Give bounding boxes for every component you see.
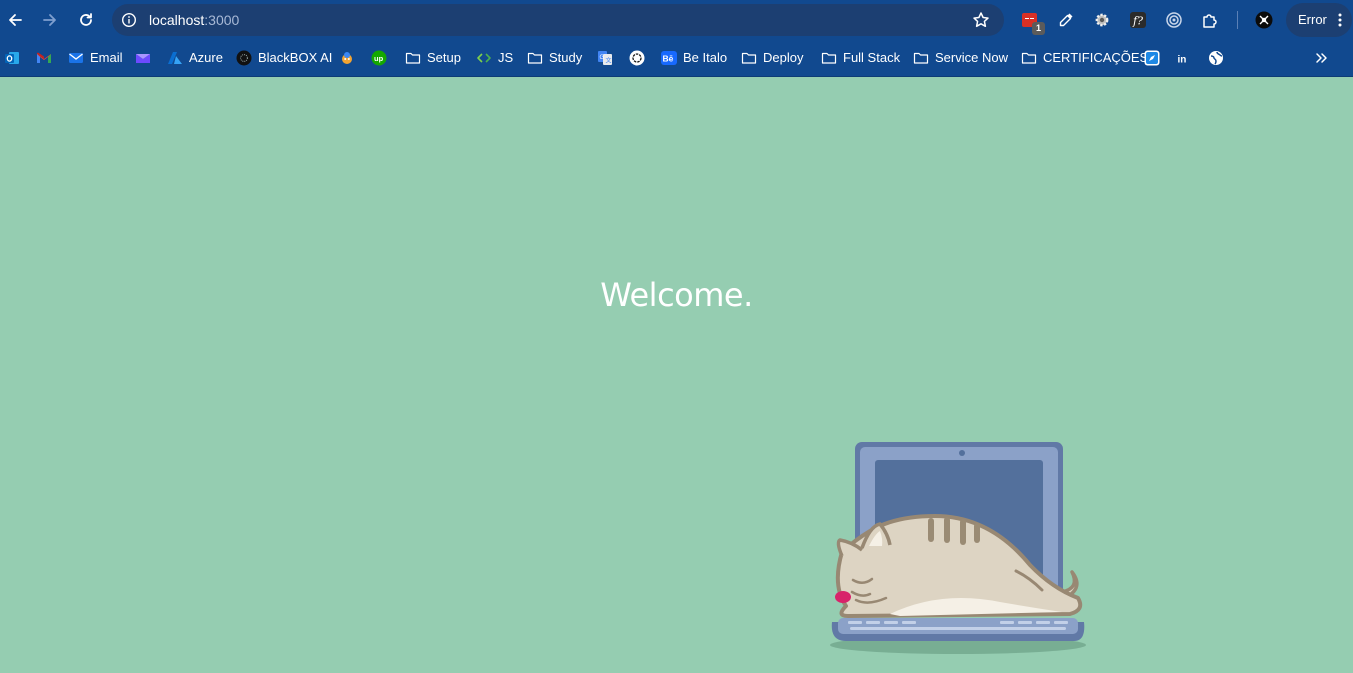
openai-icon	[629, 50, 645, 66]
bookmark-globe[interactable]	[1208, 48, 1224, 68]
toolbar-separator	[1237, 11, 1238, 29]
font-icon: f?	[1130, 12, 1146, 28]
bookmark-folder-deploy[interactable]: Deploy	[741, 48, 803, 68]
blackbox-icon	[236, 50, 252, 66]
bookmark-star-icon[interactable]	[972, 11, 990, 29]
address-host: localhost	[149, 12, 205, 28]
bookmark-openai[interactable]	[629, 48, 645, 68]
reload-button[interactable]	[74, 8, 98, 32]
svg-text:文: 文	[606, 57, 612, 65]
bookmark-label: CERTIFICAÇÕES	[1043, 50, 1149, 65]
bookmark-folder-full-stack[interactable]: Full Stack	[821, 48, 900, 68]
account-avatar-button[interactable]	[1253, 9, 1275, 31]
avatar-icon	[1255, 11, 1273, 29]
code-icon	[476, 50, 492, 66]
target-icon	[1166, 12, 1182, 28]
svg-text:Bē: Bē	[663, 54, 674, 64]
arrow-right-icon	[43, 14, 56, 26]
address-bar[interactable]: localhost:3000	[112, 4, 1004, 36]
gmail-icon	[36, 50, 52, 66]
chevron-double-right-icon[interactable]	[1313, 49, 1331, 67]
eyedropper-icon	[1059, 13, 1073, 27]
bookmark-folder-setup[interactable]: Setup	[405, 48, 461, 68]
bookmark-compass[interactable]	[1144, 48, 1160, 68]
bookmark-google-translate[interactable]: G文	[597, 48, 613, 68]
bookmark-label: Study	[549, 50, 583, 65]
mail-icon	[68, 50, 84, 66]
bookmark-label: Deploy	[763, 50, 804, 65]
bookmark-folder-service-now[interactable]: Service Now	[913, 48, 1008, 68]
bookmark-label: Email	[90, 50, 123, 65]
profile-label: Error	[1298, 12, 1327, 27]
extension-badge: 1	[1032, 22, 1045, 35]
google-translate-icon: G文	[597, 50, 613, 66]
welcome-heading: Welcome.	[600, 276, 753, 314]
bookmark-label: BlackBOX AI	[258, 50, 333, 65]
svg-text:in: in	[1178, 55, 1187, 66]
extensions-button[interactable]	[1199, 9, 1221, 31]
folder-icon	[527, 50, 543, 66]
globe-icon	[1208, 50, 1224, 66]
svg-text:f?: f?	[1132, 15, 1143, 28]
compass-icon	[1144, 50, 1160, 66]
folder-icon	[741, 50, 757, 66]
gear-icon	[1095, 13, 1109, 27]
bookmark-label: Full Stack	[843, 50, 901, 65]
linkedin-icon: in	[1176, 50, 1192, 66]
bookmark-label: JS	[498, 50, 514, 65]
reload-icon	[80, 13, 92, 26]
bookmark-gmail[interactable]	[36, 48, 52, 68]
folder-icon	[913, 50, 929, 66]
bookmarks-bar: Email Azure BlackBOX AI up Setup JS Stud…	[0, 40, 1353, 77]
bookmark-blackbox[interactable]: BlackBOX AI	[236, 48, 332, 68]
bookmark-folder-study[interactable]: Study	[527, 48, 582, 68]
puzzle-icon	[1203, 14, 1217, 28]
settings-extension-button[interactable]	[1091, 9, 1113, 31]
folder-icon	[821, 50, 837, 66]
svg-text:G: G	[600, 55, 605, 61]
site-info-icon[interactable]	[121, 12, 137, 28]
bookmark-label: Setup	[427, 50, 461, 65]
folder-icon	[1021, 50, 1037, 66]
forward-button[interactable]	[38, 8, 62, 32]
bookmark-upwork[interactable]: up	[371, 48, 387, 68]
behance-icon: Bē	[661, 50, 677, 66]
outlook-icon	[4, 50, 20, 66]
whatfont-extension-button[interactable]: f?	[1127, 9, 1149, 31]
bookmark-label: Service Now	[935, 50, 1008, 65]
azure-icon	[167, 50, 183, 66]
bookmark-label: Azure	[189, 50, 223, 65]
target-extension-button[interactable]	[1163, 9, 1185, 31]
back-button[interactable]	[3, 8, 27, 32]
folder-icon	[405, 50, 421, 66]
bookmark-email[interactable]: Email	[68, 48, 123, 68]
address-port: :3000	[204, 12, 240, 28]
bookmark-folder-certificacoes[interactable]: CERTIFICAÇÕES	[1021, 48, 1148, 68]
more-vert-icon	[1338, 13, 1342, 27]
bookmark-mascot[interactable]	[339, 48, 355, 68]
bookmark-label: Be Italo	[683, 50, 728, 65]
proton-mail-icon	[135, 50, 151, 66]
bookmark-proton-mail[interactable]	[135, 48, 151, 68]
sleeping-cat-on-laptop-illustration	[830, 442, 1086, 654]
arrow-left-icon	[9, 14, 22, 26]
bookmark-js[interactable]: JS	[476, 48, 513, 68]
eyedropper-extension-button[interactable]	[1055, 9, 1077, 31]
extension-mascot-icon	[339, 50, 355, 66]
upwork-icon: up	[371, 50, 387, 66]
extension-red-button[interactable]: 1	[1019, 9, 1045, 35]
address-url[interactable]: localhost:3000	[149, 12, 239, 28]
profile-error-button[interactable]: Error	[1286, 3, 1352, 37]
svg-text:up: up	[374, 54, 384, 63]
bookmark-linkedin[interactable]: in	[1176, 48, 1192, 68]
bookmark-azure[interactable]: Azure	[167, 48, 223, 68]
bookmark-outlook[interactable]	[4, 48, 20, 68]
bookmark-behance[interactable]: Bē Be Italo	[661, 48, 727, 68]
browser-toolbar: localhost:3000 1 f? Error	[0, 0, 1353, 40]
